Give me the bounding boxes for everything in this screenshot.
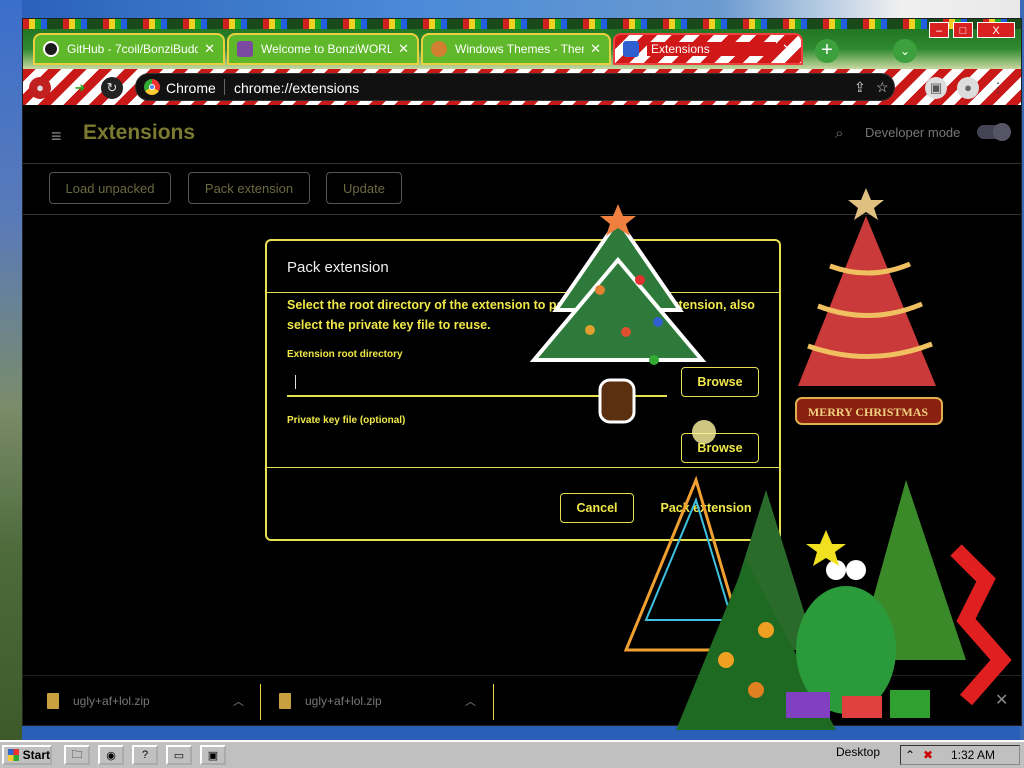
desktop-background-left xyxy=(0,0,22,740)
help-icon[interactable]: ? xyxy=(132,745,158,765)
url-text[interactable]: chrome://extensions xyxy=(234,80,359,96)
text-caret xyxy=(295,375,296,389)
developer-mode-label: Developer mode xyxy=(865,125,961,140)
hamburger-menu-icon[interactable]: ≡ xyxy=(51,126,62,147)
start-button[interactable]: Start xyxy=(2,745,52,765)
more-menu-icon[interactable]: ⋮ xyxy=(987,77,1009,99)
chrome-icon xyxy=(144,79,160,95)
puzzle-icon xyxy=(623,41,639,57)
close-icon[interactable]: ✕ xyxy=(782,41,793,57)
update-button[interactable]: Update xyxy=(326,172,402,204)
download-item[interactable]: ugly+af+lol.zip ︿ xyxy=(279,684,479,718)
close-window-button[interactable]: X xyxy=(977,22,1015,38)
bonzi-icon xyxy=(237,41,253,57)
page-title: Extensions xyxy=(83,121,196,144)
system-tray: ⌃ ✖ 1:32 AM xyxy=(900,745,1020,765)
share-icon[interactable]: ⇪ xyxy=(854,79,866,96)
zip-file-icon xyxy=(279,693,291,709)
tab-extensions[interactable]: Extensions ✕ xyxy=(613,33,803,65)
profile-menu-icon[interactable]: ● xyxy=(29,77,51,99)
omnibox-divider xyxy=(224,79,225,95)
christmas-lights xyxy=(23,19,1021,29)
reload-icon[interactable]: ↻ xyxy=(101,77,123,99)
load-unpacked-button[interactable]: Load unpacked xyxy=(49,172,171,204)
divider xyxy=(260,684,261,720)
palette-icon xyxy=(431,41,447,57)
tab-search-button[interactable]: ⌄ xyxy=(893,39,917,63)
chrome-icon[interactable]: ◉ xyxy=(98,745,124,765)
tab-windows-themes[interactable]: Windows Themes - Theme ✕ xyxy=(421,33,611,65)
forward-icon[interactable]: ➜ xyxy=(69,77,91,99)
maximize-button[interactable]: □ xyxy=(953,22,973,38)
extensions-header: ≡ Extensions ⌕ Developer mode xyxy=(23,105,1021,164)
chevron-up-icon[interactable]: ︿ xyxy=(465,693,476,709)
tab-strip: GitHub - 7coil/BonziBuddy ✕ Welcome to B… xyxy=(23,19,1021,69)
bookmark-star-icon[interactable]: ☆ xyxy=(876,79,889,96)
private-key-label: Private key file (optional) xyxy=(287,415,406,426)
dialog-title: Pack extension xyxy=(287,259,389,276)
network-disconnected-icon[interactable]: ✖ xyxy=(923,748,933,762)
root-directory-label: Extension root directory xyxy=(287,349,403,360)
new-tab-button[interactable]: + xyxy=(815,39,839,63)
windows-logo-icon xyxy=(8,749,19,761)
divider xyxy=(493,684,494,720)
search-icon[interactable]: ⌕ xyxy=(835,125,843,142)
download-filename: ugly+af+lol.zip xyxy=(305,694,382,708)
close-icon[interactable]: ✕ xyxy=(590,41,601,57)
merry-christmas-banner: MERRY CHRISTMAS xyxy=(808,405,928,419)
zip-file-icon xyxy=(47,693,59,709)
download-filename: ugly+af+lol.zip xyxy=(73,694,150,708)
taskbar: Start 🗀 ◉ ? ▭ ▣ Desktop ⌃ ✖ 1:32 AM xyxy=(0,740,1024,768)
tab-github[interactable]: GitHub - 7coil/BonziBuddy ✕ xyxy=(33,33,225,65)
desktop-toolbar-label[interactable]: Desktop xyxy=(836,745,880,759)
omnibox-label: Chrome xyxy=(166,80,216,96)
tab-title: Welcome to BonziWORLD xyxy=(261,42,393,56)
window-icon[interactable]: ▣ xyxy=(200,745,226,765)
tab-title: GitHub - 7coil/BonziBuddy xyxy=(67,42,199,56)
christmas-tree-decoration xyxy=(530,204,707,424)
address-bar[interactable]: Chrome chrome://extensions ⇪ ☆ xyxy=(135,73,895,101)
minimize-button[interactable]: – xyxy=(929,22,949,38)
developer-mode-toggle[interactable] xyxy=(977,123,1011,141)
tab-bonziworld[interactable]: Welcome to BonziWORLD ✕ xyxy=(227,33,419,65)
extensions-puzzle-icon[interactable]: ▣ xyxy=(925,77,947,99)
close-icon[interactable]: ✕ xyxy=(398,41,409,57)
close-icon[interactable]: ✕ xyxy=(204,41,215,57)
account-avatar-icon[interactable]: ● xyxy=(957,77,979,99)
download-item[interactable]: ugly+af+lol.zip ︿ xyxy=(47,684,247,718)
file-explorer-icon[interactable]: 🗀 xyxy=(64,745,90,765)
github-icon xyxy=(43,41,59,57)
tab-title: Windows Themes - Theme xyxy=(455,42,585,56)
tray-expand-icon[interactable]: ⌃ xyxy=(905,748,915,762)
clock[interactable]: 1:32 AM xyxy=(951,748,995,762)
chevron-up-icon[interactable]: ︿ xyxy=(233,693,244,709)
pack-extension-button[interactable]: Pack extension xyxy=(188,172,310,204)
monitor-icon[interactable]: ▭ xyxy=(166,745,192,765)
tab-title: Extensions xyxy=(647,42,777,56)
red-christmas-tree-decoration: MERRY CHRISTMAS xyxy=(795,188,943,425)
christmas-trees-cluster-decoration xyxy=(623,420,1012,730)
start-label: Start xyxy=(22,748,50,762)
